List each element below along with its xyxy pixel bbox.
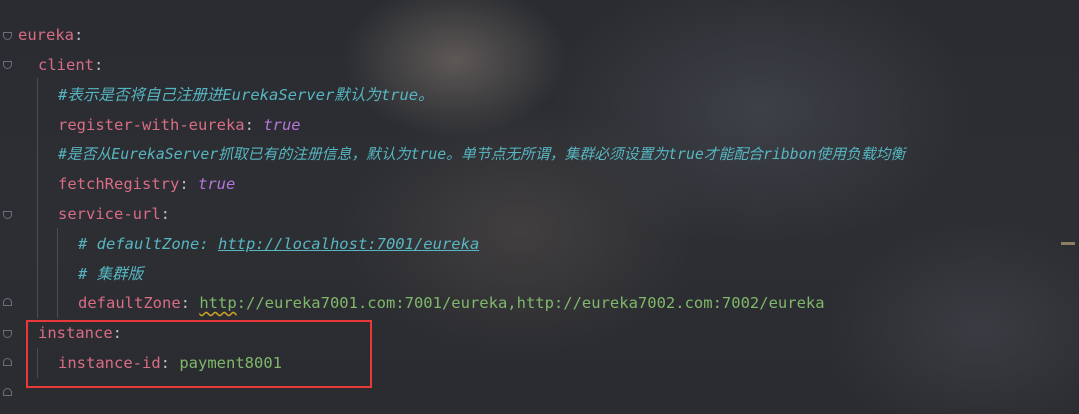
code-comment[interactable]: #是否从EurekaServer抓取已有的注册信息，默认为true。单节点无所谓… [58, 140, 905, 170]
fold-end-icon[interactable] [3, 388, 12, 396]
yaml-key: service-url [58, 205, 161, 223]
yaml-key: fetchRegistry [58, 175, 180, 193]
yaml-key: eureka [18, 26, 74, 44]
yaml-colon: : [160, 205, 170, 223]
scrollbar-marker[interactable] [1061, 242, 1075, 245]
fold-toggle-icon[interactable] [3, 61, 12, 69]
indent-guide [37, 78, 38, 318]
fold-toggle-icon[interactable] [3, 211, 12, 219]
yaml-colon: : [244, 116, 264, 134]
code-comment: # defaultZone: [78, 235, 218, 253]
yaml-key: register-with-eureka [58, 116, 245, 134]
code-line[interactable]: client: [38, 50, 103, 80]
code-line[interactable]: eureka: [18, 20, 83, 50]
fold-gutter [0, 0, 16, 414]
highlight-annotation-box [26, 320, 372, 388]
yaml-boolean-value: true [198, 175, 236, 193]
yaml-key: client [38, 56, 94, 74]
code-comment[interactable]: # 集群版 [78, 259, 143, 289]
code-line[interactable]: defaultZone: http://eureka7001.com:7001/… [78, 288, 825, 318]
fold-toggle-icon[interactable] [3, 32, 12, 40]
fold-toggle-icon[interactable] [3, 330, 12, 338]
fold-end-icon[interactable] [3, 298, 12, 306]
comment-link[interactable]: http://localhost:7001/eureka [218, 235, 479, 253]
fold-end-icon[interactable] [3, 358, 12, 366]
code-comment[interactable]: #表示是否将自己注册进EurekaServer默认为true。 [58, 80, 434, 110]
yaml-string-value: ://eureka7001.com:7001/eureka,http://eur… [236, 294, 825, 312]
indent-guide [57, 228, 58, 318]
yaml-boolean-value: true [263, 116, 301, 134]
code-editor[interactable]: eureka: client: #表示是否将自己注册进EurekaServer默… [0, 0, 1079, 414]
code-line[interactable]: service-url: [58, 199, 170, 229]
yaml-colon: : [74, 26, 84, 44]
code-line[interactable]: register-with-eureka: true [58, 110, 301, 140]
yaml-key: defaultZone [78, 294, 181, 312]
yaml-colon: : [94, 56, 104, 74]
code-line[interactable]: # defaultZone: http://localhost:7001/eur… [78, 229, 479, 259]
code-line[interactable]: fetchRegistry: true [58, 169, 235, 199]
yaml-colon: : [179, 175, 198, 193]
yaml-string-value-warning: http [199, 294, 237, 312]
yaml-colon: : [180, 294, 200, 312]
